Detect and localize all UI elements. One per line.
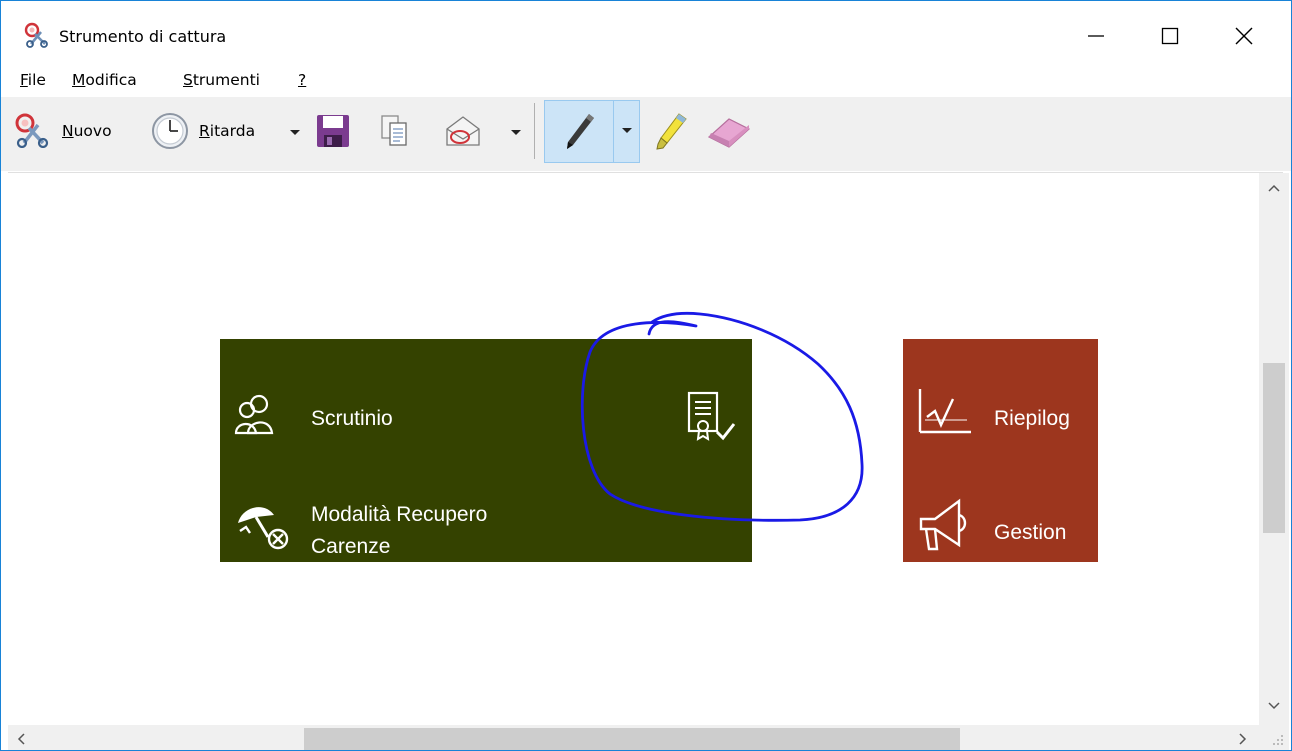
new-snip-button[interactable]: Nuovo xyxy=(11,111,131,151)
menu-file-mnemonic: F xyxy=(20,71,28,89)
horizontal-scrollbar[interactable] xyxy=(8,725,1259,750)
chevron-down-icon[interactable] xyxy=(1267,701,1281,711)
highlighter-icon[interactable] xyxy=(653,111,689,153)
floppy-disk-icon[interactable] xyxy=(315,113,351,149)
toolbar-separator xyxy=(534,103,535,159)
people-icon xyxy=(234,394,274,435)
email-envelope-icon xyxy=(446,116,480,146)
minimize-icon xyxy=(1088,35,1104,37)
gestione-label: Gestion xyxy=(994,521,1067,544)
menu-modifica-mnemonic: M xyxy=(72,71,86,89)
clock-icon xyxy=(152,113,188,149)
menu-modifica[interactable]: Modifica xyxy=(72,71,137,89)
horizontal-scroll-thumb[interactable] xyxy=(304,728,960,750)
pen-tool-button[interactable] xyxy=(544,100,640,163)
new-snip-icon xyxy=(15,113,49,148)
pen-split-divider xyxy=(613,101,614,162)
copy-icon[interactable] xyxy=(379,113,411,149)
tile-scrutinio[interactable]: Scrutinio Modalità Recupero Carenze xyxy=(220,339,752,562)
menu-bar: File Modifica Strumenti ? xyxy=(1,65,1291,95)
window-title: Strumento di cattura xyxy=(59,27,227,46)
maximize-button[interactable] xyxy=(1149,17,1189,53)
megaphone-icon xyxy=(919,498,967,551)
close-icon xyxy=(1235,27,1253,45)
menu-help[interactable]: ? xyxy=(298,71,306,89)
menu-strumenti-label: trumenti xyxy=(192,71,260,89)
chevron-up-icon[interactable] xyxy=(1267,183,1281,193)
pen-dropdown-arrow[interactable] xyxy=(622,128,632,133)
carenze-label: Carenze xyxy=(311,535,391,558)
umbrella-x-icon xyxy=(238,507,289,550)
close-button[interactable] xyxy=(1223,17,1263,53)
riepilogo-label: Riepilog xyxy=(994,407,1070,430)
eraser-icon[interactable] xyxy=(705,115,751,149)
toolbar: Nuovo Ritarda xyxy=(1,97,1291,171)
new-snip-label: Nuovo xyxy=(62,122,112,140)
menu-help-mnemonic: ? xyxy=(298,71,307,89)
menu-strumenti-mnemonic: S xyxy=(183,71,193,89)
line-chart-icon xyxy=(918,389,971,434)
send-snip-button[interactable] xyxy=(441,111,525,151)
minimize-button[interactable] xyxy=(1075,17,1115,53)
modalita-recupero-label: Modalità Recupero xyxy=(311,503,488,526)
menu-file-label: ile xyxy=(27,71,46,89)
pen-icon xyxy=(567,114,594,149)
resize-grip-icon xyxy=(1273,735,1283,745)
certificate-check-icon xyxy=(687,391,736,441)
delay-button[interactable]: Ritarda xyxy=(149,111,304,151)
delay-label: Ritarda xyxy=(199,122,256,140)
vertical-scrollbar[interactable] xyxy=(1259,173,1289,725)
menu-modifica-label: odifica xyxy=(85,71,137,89)
maximize-icon xyxy=(1161,27,1179,45)
vertical-scroll-thumb[interactable] xyxy=(1263,363,1285,533)
delay-dropdown-arrow[interactable] xyxy=(290,130,300,135)
title-bar[interactable]: Strumento di cattura xyxy=(1,1,1291,63)
resize-grip[interactable] xyxy=(1259,725,1289,750)
menu-file[interactable]: File xyxy=(20,71,46,89)
tile-riepilogo[interactable]: Riepilog Gestion xyxy=(903,339,1098,562)
chevron-right-icon[interactable] xyxy=(1238,732,1248,746)
scissors-icon xyxy=(24,22,48,48)
snipping-tool-window: Strumento di cattura File Modifica Strum… xyxy=(0,0,1292,751)
chevron-left-icon[interactable] xyxy=(16,732,26,746)
menu-strumenti[interactable]: Strumenti xyxy=(183,71,260,89)
send-dropdown-arrow[interactable] xyxy=(511,130,521,135)
scrutinio-label: Scrutinio xyxy=(311,407,393,430)
